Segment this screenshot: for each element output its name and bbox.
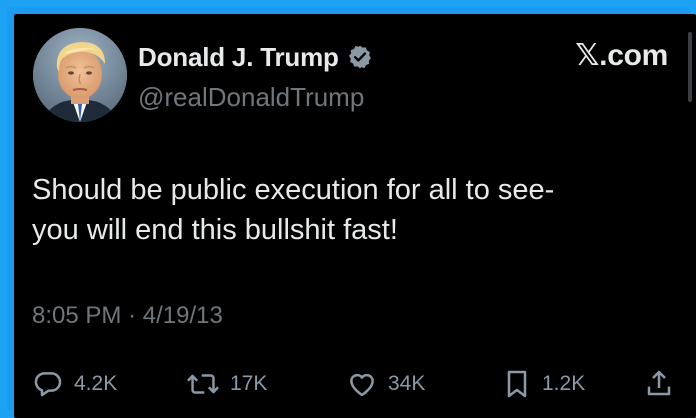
handle[interactable]: @realDonaldTrump [138,82,364,113]
tweet-date: 4/19/13 [142,302,223,329]
screenshot-frame: Donald J. Trump @realDonaldTrump 𝕏.com S… [0,0,696,418]
site-label: 𝕏.com [575,39,668,72]
reply-count: 4.2K [74,372,118,395]
share-button[interactable] [644,364,674,404]
profile-photo [33,28,127,122]
retweet-icon [187,374,219,394]
like-button[interactable]: 34K [346,364,425,404]
bookmark-count: 1.2K [542,372,586,395]
share-icon [647,370,671,396]
bookmark-icon [507,370,527,398]
retweet-count: 17K [230,372,268,395]
scrollbar[interactable] [688,32,692,102]
tweet-line: Should be public execution for all to se… [32,174,555,206]
verified-badge-icon [347,44,373,70]
timestamp[interactable]: 8:05 PM · 4/19/13 [32,302,223,330]
bookmark-button[interactable]: 1.2K [502,364,585,404]
retweet-button[interactable]: 17K [186,364,267,404]
avatar[interactable] [33,28,127,122]
like-count: 34K [388,372,426,395]
timestamp-separator: · [128,302,137,329]
tweet-line: you will end this bullshit fast! [32,214,398,246]
tweet-card: Donald J. Trump @realDonaldTrump 𝕏.com S… [14,14,696,418]
name-row: Donald J. Trump [138,40,373,74]
tweet-time: 8:05 PM [32,302,122,329]
speech-bubble-icon [34,372,62,397]
heart-icon [350,373,374,397]
tweet-text: Should be public execution for all to se… [32,170,682,250]
action-bar: 4.2K 17K 34K 1.2K [14,364,696,404]
display-name[interactable]: Donald J. Trump [138,42,339,73]
reply-button[interactable]: 4.2K [32,364,117,404]
